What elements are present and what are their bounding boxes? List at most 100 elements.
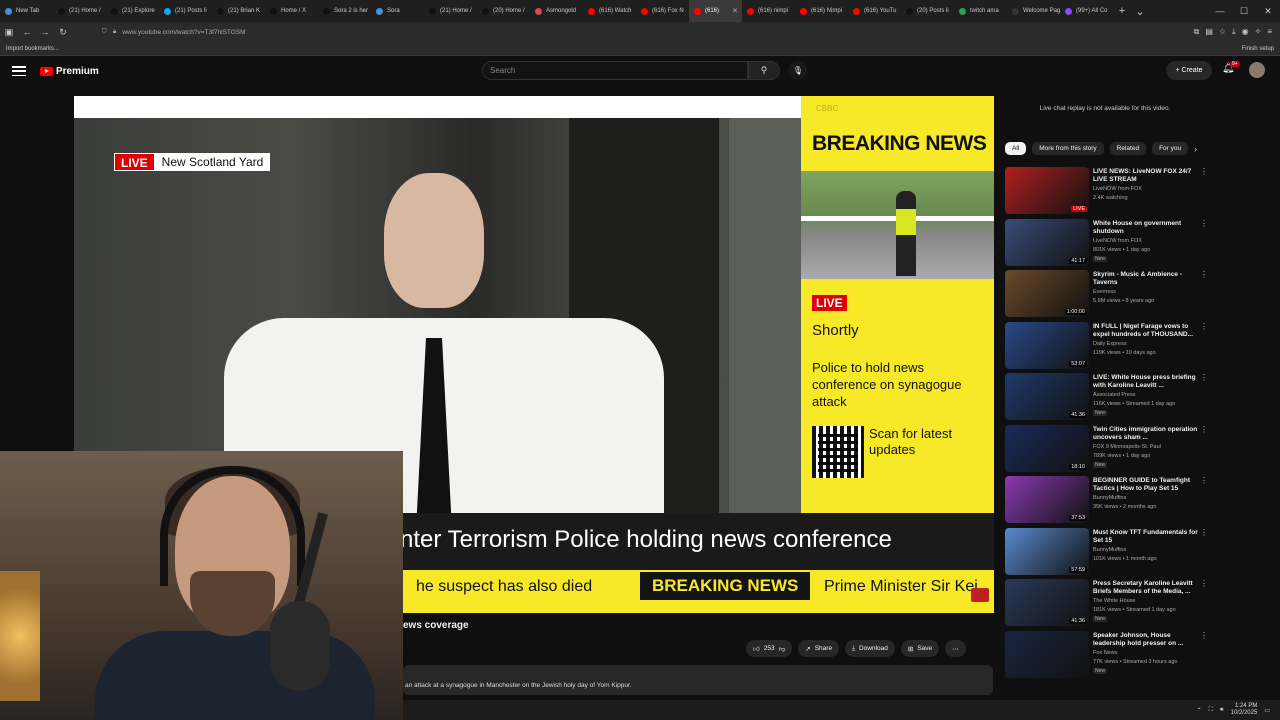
minimize-button[interactable]: —: [1208, 6, 1232, 17]
list-item[interactable]: 41:36 Press Secretary Karoline Leavitt Br…: [1005, 579, 1210, 631]
channel-name[interactable]: Everness: [1093, 289, 1116, 295]
browser-tab[interactable]: Sora 2 is her: [318, 0, 371, 22]
browser-tab[interactable]: (20) Home /: [477, 0, 530, 22]
more-options-icon[interactable]: ⋮: [1200, 425, 1208, 434]
list-item[interactable]: 57:59 Must Know TFT Fundamentals for Set …: [1005, 527, 1210, 580]
filter-chip[interactable]: All: [1005, 142, 1027, 155]
menu-icon[interactable]: ≡: [1267, 27, 1272, 37]
finish-setup-button[interactable]: Finish setup: [1242, 46, 1274, 52]
download-icon[interactable]: ⤓: [1232, 27, 1236, 37]
reload-button[interactable]: ↻: [54, 27, 72, 38]
video-thumbnail[interactable]: 53:07: [1005, 321, 1089, 369]
more-options-icon[interactable]: ⋮: [1200, 373, 1208, 382]
video-title[interactable]: White House on government shutdown: [1093, 220, 1201, 236]
video-title[interactable]: Twin Cities immigration operation uncove…: [1093, 426, 1201, 442]
youtube-logo[interactable]: Premium: [40, 66, 99, 77]
browser-tab[interactable]: Asmongold: [530, 0, 583, 22]
list-item[interactable]: 41:36 LIVE: White House press briefing wi…: [1005, 373, 1210, 425]
list-item[interactable]: 41:17 White House on government shutdown L…: [1005, 218, 1210, 271]
channel-name[interactable]: Daily Express: [1093, 341, 1127, 347]
save-button[interactable]: ⊞ Save: [900, 640, 940, 657]
browser-tab[interactable]: (616) YouTu: [848, 0, 901, 22]
volume-icon[interactable]: 🔊︎: [1220, 707, 1224, 714]
browser-tab[interactable]: (21) Posts li: [159, 0, 212, 22]
account-icon[interactable]: ◉: [1242, 27, 1249, 37]
menu-icon[interactable]: [12, 66, 26, 76]
forward-button[interactable]: →: [36, 27, 54, 37]
system-clock[interactable]: 1:24 PM 10/2/2025: [1231, 703, 1258, 717]
list-item[interactable]: 18:10 Twin Cities immigration operation u…: [1005, 424, 1210, 477]
more-options-icon[interactable]: ⋮: [1200, 631, 1208, 640]
more-options-icon[interactable]: ⋮: [1200, 322, 1208, 331]
more-options-icon[interactable]: ⋮: [1200, 528, 1208, 537]
browser-tab[interactable]: Home / X: [265, 0, 318, 22]
network-icon[interactable]: ⛶: [1209, 707, 1213, 714]
video-title[interactable]: Press Secretary Karoline Leavitt Briefs …: [1093, 580, 1201, 596]
browser-tab[interactable]: (616) ✕: [689, 0, 742, 22]
microphone-icon[interactable]: 🎙︎: [788, 61, 808, 80]
shield-icon[interactable]: ⛉: [102, 28, 107, 36]
more-options-icon[interactable]: ⋮: [1200, 219, 1208, 228]
more-options-icon[interactable]: ⋮: [1200, 476, 1208, 485]
channel-name[interactable]: LiveNOW from FOX: [1093, 238, 1142, 244]
reader-icon[interactable]: ▤: [1205, 27, 1213, 37]
screenshot-icon[interactable]: ⧉: [1194, 27, 1200, 37]
video-title[interactable]: Speaker Johnson, House leadership hold p…: [1093, 632, 1201, 648]
list-item[interactable]: LIVE LIVE NEWS: LiveNOW FOX 24/7 LIVE STR…: [1005, 167, 1210, 219]
browser-tab[interactable]: Welcome Page: [1007, 0, 1060, 22]
video-thumbnail[interactable]: 41:36: [1005, 373, 1089, 420]
channel-name[interactable]: The White House: [1093, 598, 1136, 604]
filter-chip[interactable]: For you: [1152, 142, 1189, 155]
browser-tab[interactable]: (21) Home /: [424, 0, 477, 22]
more-options-icon[interactable]: ⋮: [1200, 579, 1208, 588]
list-item[interactable]: 37:53 BEGINNER GUIDE to Teamfight Tactics…: [1005, 476, 1210, 528]
like-count[interactable]: 253: [764, 645, 775, 652]
search-input[interactable]: Search: [482, 61, 748, 80]
more-actions-icon[interactable]: ⋯: [945, 640, 966, 657]
video-title[interactable]: LIVE: White House press briefing with Ka…: [1093, 374, 1201, 390]
browser-tab[interactable]: (20) Posts li: [901, 0, 954, 22]
video-title[interactable]: BEGINNER GUIDE to Teamfight Tactics | Ho…: [1093, 477, 1201, 493]
list-item[interactable]: Speaker Johnson, House leadership hold p…: [1005, 630, 1210, 683]
video-thumbnail[interactable]: 1:00:00: [1005, 270, 1089, 317]
channel-name[interactable]: Fox News: [1093, 650, 1117, 656]
video-title[interactable]: LIVE NEWS: LiveNOW FOX 24/7 LIVE STREAM: [1093, 168, 1201, 184]
video-title[interactable]: Must Know TFT Fundamentals for Set 15: [1093, 529, 1201, 545]
video-thumbnail[interactable]: LIVE: [1005, 167, 1089, 214]
browser-tab[interactable]: twitch ama: [954, 0, 1007, 22]
video-thumbnail[interactable]: 37:53: [1005, 476, 1089, 523]
new-tab-button[interactable]: +: [1113, 5, 1131, 17]
maximize-button[interactable]: ☐: [1232, 6, 1256, 17]
sidebar-toggle-icon[interactable]: ▣: [0, 27, 18, 38]
thumbs-down-icon[interactable]: 👎︎: [779, 645, 786, 653]
channel-name[interactable]: BunnyMuffins: [1093, 547, 1126, 553]
list-item[interactable]: 1:00:00 Skyrim - Music & Ambience - Taver…: [1005, 270, 1210, 322]
extensions-icon[interactable]: ✧: [1255, 27, 1262, 37]
video-thumbnail[interactable]: [1005, 630, 1089, 678]
chevron-right-icon[interactable]: ›: [1194, 144, 1197, 154]
channel-name[interactable]: BunnyMuffins: [1093, 495, 1126, 501]
video-thumbnail[interactable]: 18:10: [1005, 424, 1089, 472]
description-box[interactable]: an attack at a synagogue in Manchester o…: [403, 665, 993, 695]
video-title[interactable]: IN FULL | Nigel Farage vows to expel hun…: [1093, 323, 1201, 339]
import-bookmarks-link[interactable]: Import bookmarks...: [6, 46, 59, 52]
create-button[interactable]: + Create: [1166, 61, 1212, 80]
more-options-icon[interactable]: ⋮: [1200, 270, 1208, 279]
browser-tab[interactable]: New Tab: [0, 0, 53, 22]
close-window-button[interactable]: ✕: [1256, 6, 1280, 17]
back-button[interactable]: ←: [18, 27, 36, 37]
browser-tab[interactable]: Sora: [371, 0, 424, 22]
video-thumbnail[interactable]: 41:17: [1005, 218, 1089, 266]
filter-chip[interactable]: More from this story: [1032, 142, 1104, 155]
video-title[interactable]: Skyrim - Music & Ambience - Taverns: [1093, 271, 1201, 287]
browser-tab[interactable]: (21) Home /: [53, 0, 106, 22]
browser-tab[interactable]: (616) nimpi: [742, 0, 795, 22]
browser-tab[interactable]: (616) Fox N: [636, 0, 689, 22]
close-tab-icon[interactable]: ✕: [732, 7, 738, 15]
browser-tab[interactable]: (616) Nimpi: [795, 0, 848, 22]
search-icon[interactable]: ⚲: [748, 61, 780, 80]
channel-name[interactable]: LiveNOW from FOX: [1093, 186, 1142, 192]
channel-name[interactable]: Associated Press: [1093, 392, 1136, 398]
video-thumbnail[interactable]: 57:59: [1005, 527, 1089, 575]
browser-tab[interactable]: (21) Brian K: [212, 0, 265, 22]
